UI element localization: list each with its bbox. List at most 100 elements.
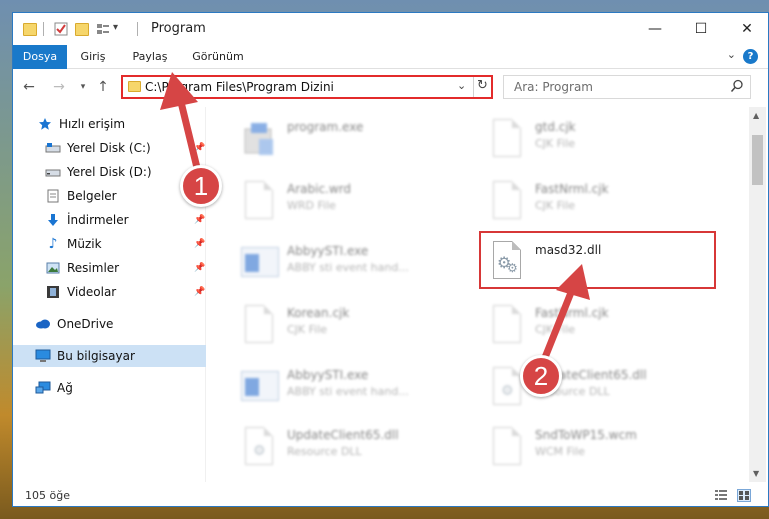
- sidebar-item-label: İndirmeler: [67, 213, 129, 227]
- videos-icon: [45, 285, 61, 299]
- file-name: SndToWP15.wcm: [535, 428, 637, 442]
- list-item[interactable]: Arabic.wrd WRD File: [239, 179, 439, 227]
- help-button[interactable]: ?: [743, 49, 758, 64]
- forward-arrow-icon[interactable]: →: [49, 77, 69, 97]
- sidebar-item-label: Yerel Disk (D:): [67, 165, 152, 179]
- sidebar-item-pictures[interactable]: Resimler 📌: [13, 257, 206, 279]
- sidebar-item-downloads[interactable]: İndirmeler 📌: [13, 209, 206, 231]
- file-description: ABBY sti event hand...: [287, 385, 409, 398]
- pin-icon: 📌: [194, 239, 206, 249]
- sidebar-item-this-pc[interactable]: Bu bilgisayar: [13, 345, 206, 367]
- tab-giris[interactable]: Giriş: [73, 45, 113, 69]
- pin-icon: 📌: [194, 263, 206, 273]
- chevron-down-icon[interactable]: ⌄: [457, 79, 466, 92]
- title-bar: ▾ Program — ☐ ✕: [13, 13, 768, 45]
- scroll-thumb[interactable]: [752, 135, 763, 185]
- sidebar-item-network[interactable]: Ağ: [13, 377, 206, 399]
- drive-c-icon: [45, 141, 61, 155]
- computer-icon: [35, 349, 51, 363]
- star-icon: [37, 117, 53, 131]
- sidebar-item-drive-d[interactable]: Yerel Disk (D:): [13, 161, 206, 183]
- sidebar-item-videos[interactable]: Videolar 📌: [13, 281, 206, 303]
- file-name: Arabic.wrd: [287, 182, 352, 196]
- document-file-icon: [239, 303, 281, 349]
- music-icon: ♪: [48, 236, 58, 252]
- properties-icon[interactable]: [53, 21, 69, 37]
- sidebar-item-label: Ağ: [57, 381, 73, 395]
- recent-locations-icon[interactable]: ▾: [73, 77, 93, 97]
- minimize-button[interactable]: —: [632, 13, 678, 45]
- list-item[interactable]: SndToWP15.wcm WCM File: [487, 425, 687, 473]
- sidebar-item-label: Resimler: [67, 261, 120, 275]
- scroll-down-icon[interactable]: ▼: [753, 469, 759, 478]
- address-separator: [473, 77, 474, 97]
- file-description: CJK File: [535, 199, 576, 212]
- file-name: UpdateClient65.dll: [287, 428, 399, 442]
- tab-gorunum[interactable]: Görünüm: [187, 45, 249, 69]
- search-placeholder: Ara: Program: [514, 80, 593, 94]
- back-arrow-icon[interactable]: ←: [19, 77, 39, 97]
- ribbon-expand-icon[interactable]: ⌄: [727, 48, 736, 61]
- refresh-icon[interactable]: ↻: [477, 78, 488, 93]
- explorer-window: ▾ Program — ☐ ✕ Dosya Giriş Paylaş Görün…: [12, 12, 769, 507]
- document-file-icon: [487, 303, 529, 349]
- dll-file-icon: ⚙ ⚙: [487, 239, 529, 285]
- search-input[interactable]: Ara: Program: [503, 75, 751, 99]
- scroll-up-icon[interactable]: ▲: [753, 111, 759, 120]
- sidebar-item-onedrive[interactable]: OneDrive: [13, 313, 206, 335]
- quick-access-dropdown-icon[interactable]: ▾: [113, 22, 129, 38]
- list-item[interactable]: FastNrml.cjk CJK File: [487, 179, 687, 227]
- sidebar-item-quick-access[interactable]: Hızlı erişim: [13, 113, 206, 135]
- list-item[interactable]: FastNrml.cjk CJK File: [487, 303, 687, 351]
- status-bar: 105 öğe: [13, 485, 768, 506]
- list-item-masd32[interactable]: ⚙ ⚙ masd32.dll: [487, 239, 687, 287]
- dll-file-icon: ⚙: [239, 425, 281, 471]
- documents-icon: [45, 189, 61, 203]
- installer-icon: [239, 117, 281, 163]
- vertical-scrollbar[interactable]: ▲ ▼: [749, 107, 766, 482]
- close-button[interactable]: ✕: [724, 13, 768, 45]
- address-bar[interactable]: C:\Program Files\Program Dizini ⌄ ↻: [121, 75, 493, 99]
- navigation-pane: Hızlı erişim Yerel Disk (C:) 📌 Yerel Dis…: [13, 107, 206, 482]
- annotation-badge-1: 1: [180, 165, 222, 207]
- list-item[interactable]: gtd.cjk CJK File: [487, 117, 687, 165]
- sidebar-item-label: Yerel Disk (C:): [67, 141, 151, 155]
- list-item[interactable]: AbbyySTI.exe ABBY sti event hand...: [239, 241, 439, 289]
- up-arrow-icon[interactable]: ↑: [93, 77, 113, 97]
- new-folder-icon[interactable]: [75, 23, 89, 36]
- list-item[interactable]: program.exe: [239, 117, 439, 165]
- file-description: WCM File: [535, 445, 585, 458]
- list-item[interactable]: ⚙ UpdateClient65.dll Resource DLL: [487, 365, 687, 413]
- pictures-icon: [45, 261, 61, 275]
- pin-icon: 📌: [194, 287, 206, 297]
- sidebar-item-drive-c[interactable]: Yerel Disk (C:) 📌: [13, 137, 206, 159]
- tab-paylas[interactable]: Paylaş: [125, 45, 175, 69]
- file-name: masd32.dll: [535, 243, 602, 257]
- sidebar-item-label: OneDrive: [57, 317, 114, 331]
- pin-icon: 📌: [194, 215, 206, 225]
- exe-file-icon: [239, 241, 281, 287]
- details-view-icon[interactable]: [714, 489, 728, 502]
- tiles-view-icon[interactable]: [737, 489, 751, 502]
- sidebar-item-music[interactable]: ♪ Müzik 📌: [13, 233, 206, 255]
- file-list: program.exe Arabic.wrd WRD File AbbyySTI…: [209, 107, 743, 482]
- sidebar-item-documents[interactable]: Belgeler 📌: [13, 185, 206, 207]
- file-description: WRD File: [287, 199, 336, 212]
- folder-icon: [128, 81, 141, 92]
- customize-icon[interactable]: [95, 21, 111, 37]
- sidebar-item-label: Belgeler: [67, 189, 117, 203]
- list-item[interactable]: Korean.cjk CJK File: [239, 303, 439, 351]
- list-item[interactable]: AbbyySTI.exe ABBY sti event hand...: [239, 365, 439, 413]
- tab-dosya[interactable]: Dosya: [13, 45, 67, 69]
- file-description: CJK File: [287, 323, 328, 336]
- list-item[interactable]: ⚙ UpdateClient65.dll Resource DLL: [239, 425, 439, 473]
- sidebar-item-label: Videolar: [67, 285, 117, 299]
- cloud-icon: [35, 317, 51, 331]
- search-icon[interactable]: [730, 79, 744, 93]
- address-path: C:\Program Files\Program Dizini: [145, 80, 334, 94]
- sidebar-item-label: Bu bilgisayar: [57, 349, 135, 363]
- file-name: Korean.cjk: [287, 306, 350, 320]
- sidebar-item-label: Müzik: [67, 237, 102, 251]
- maximize-button[interactable]: ☐: [678, 13, 724, 45]
- pin-icon: 📌: [194, 143, 206, 153]
